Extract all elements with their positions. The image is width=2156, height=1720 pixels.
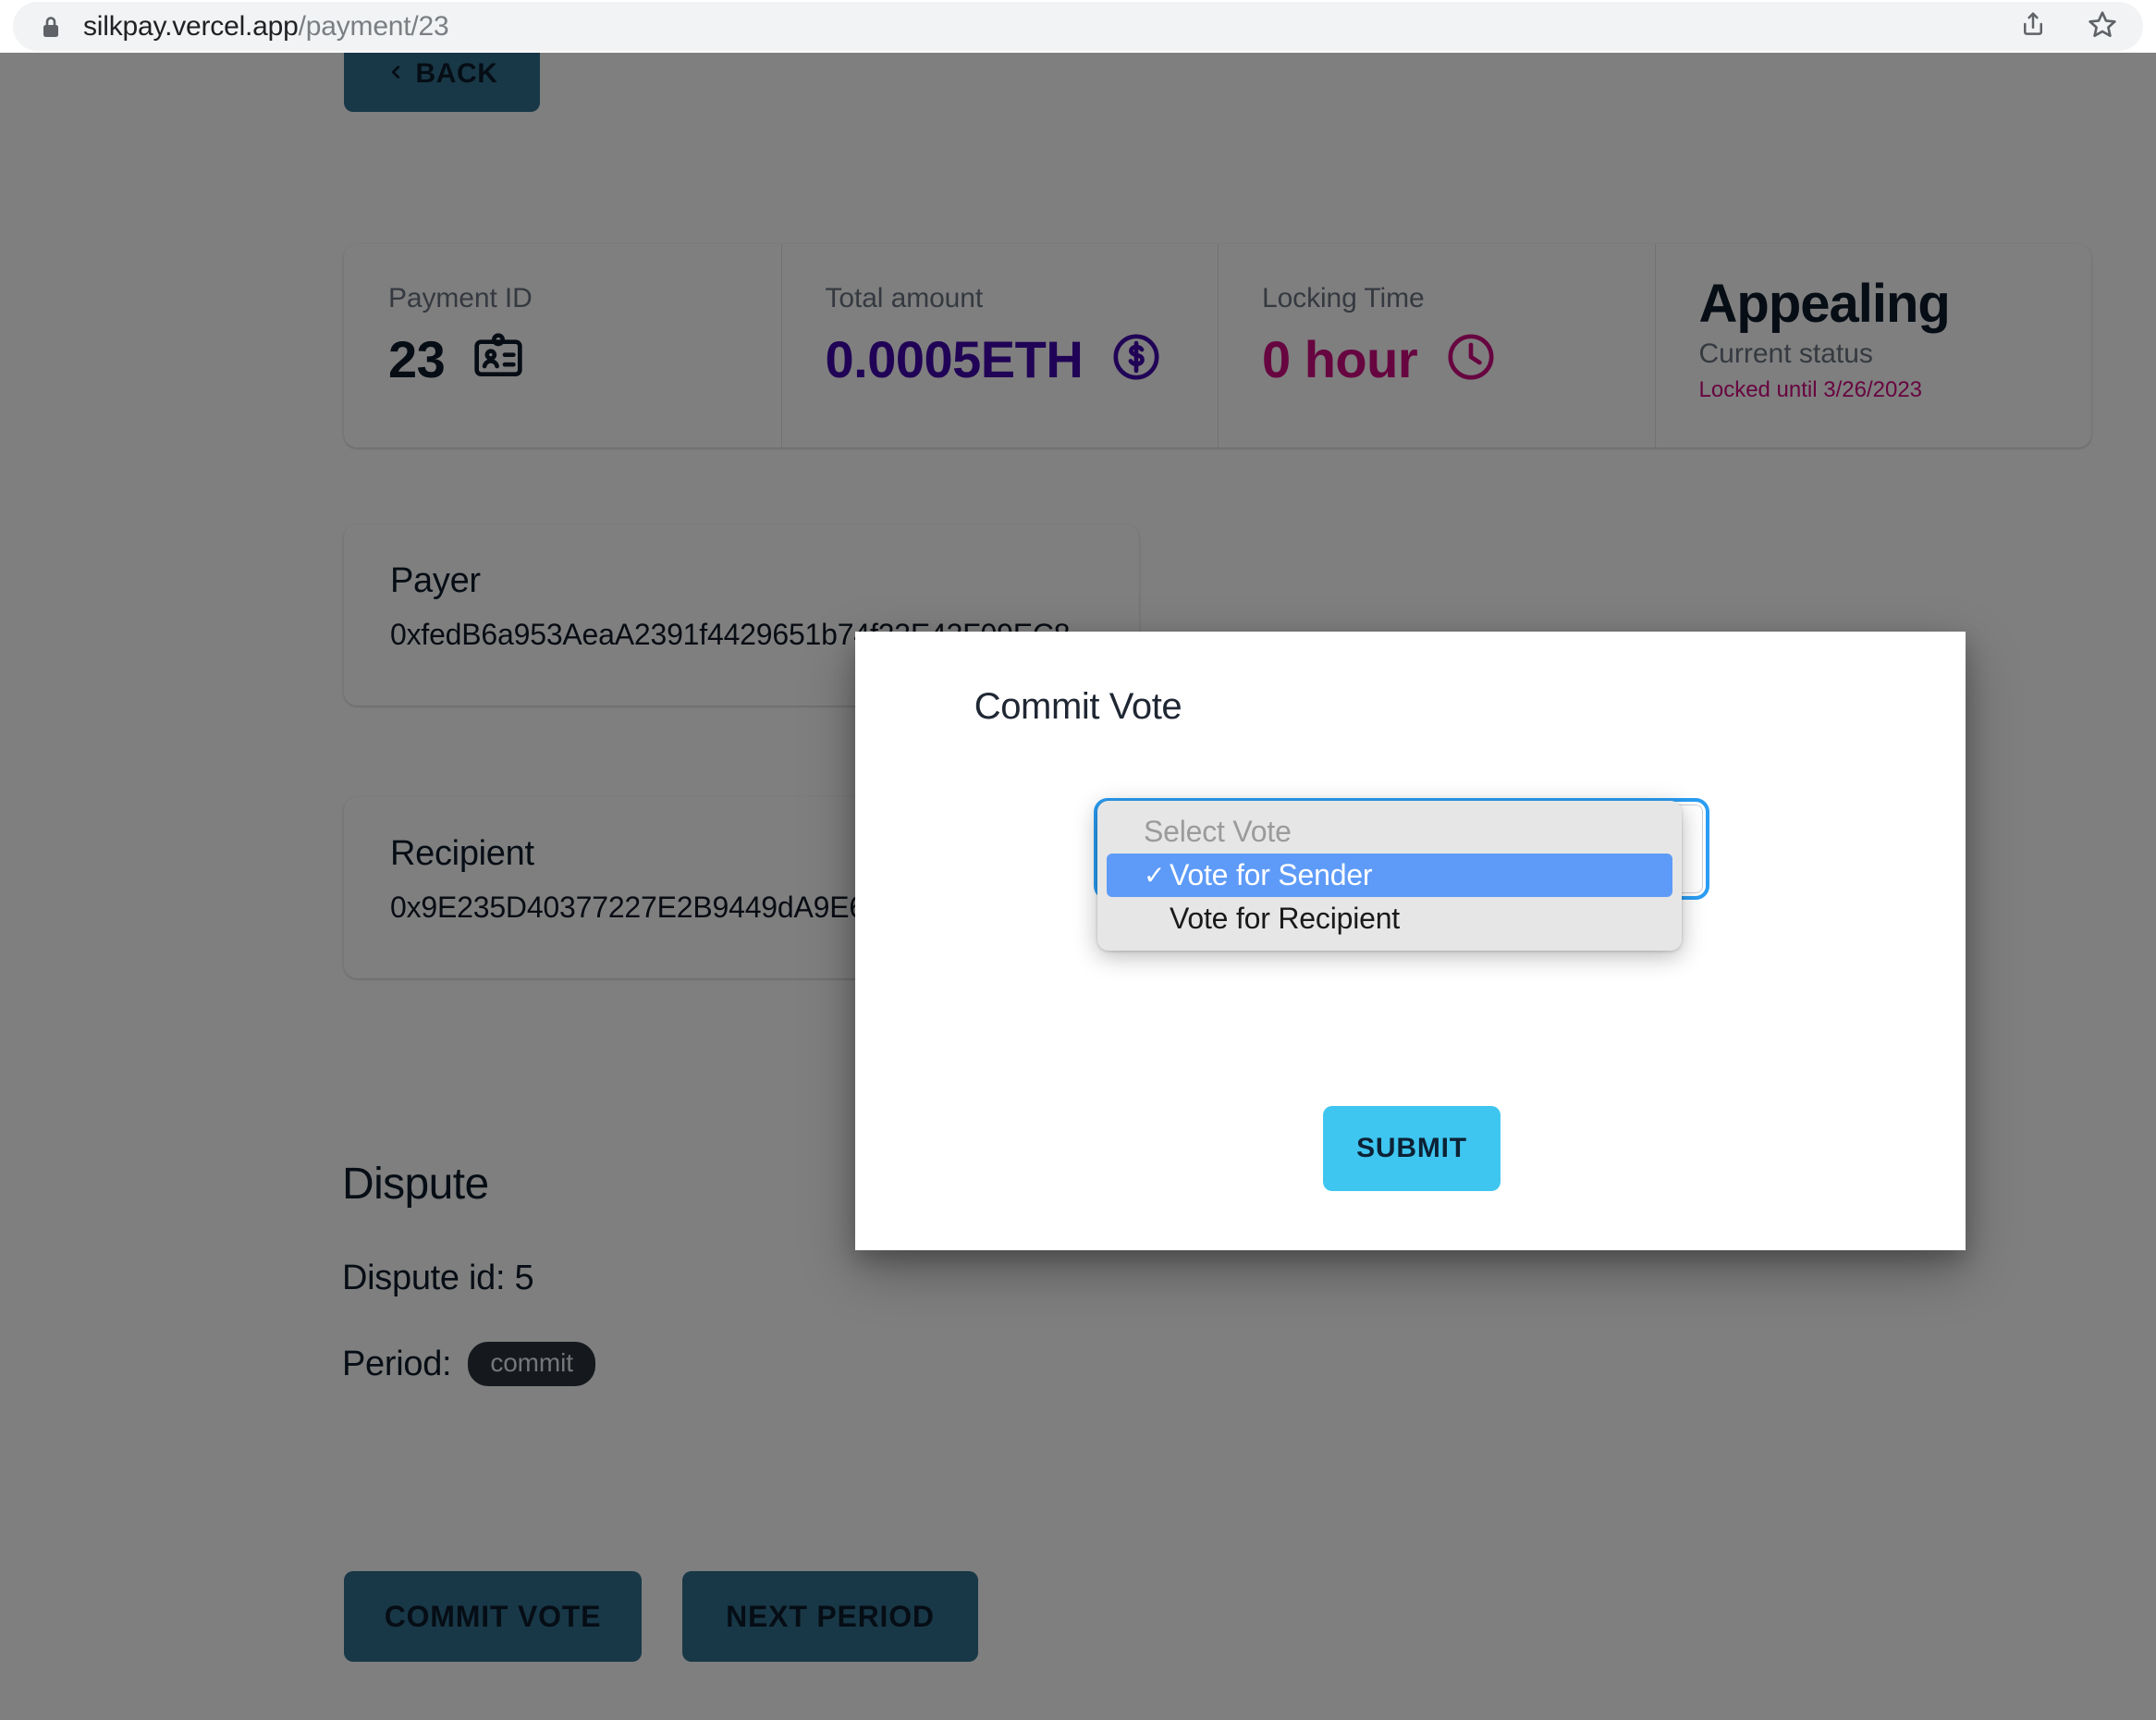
share-icon[interactable] [2019,9,2047,43]
chrome-actions [2019,2,2117,51]
star-icon[interactable] [2088,9,2117,43]
url-path: /payment/23 [298,10,449,42]
vote-option-placeholder[interactable]: Select Vote [1097,810,1682,854]
check-icon: ✓ [1144,861,1166,890]
address-bar[interactable]: silkpay.vercel.app/payment/23 [13,2,2143,51]
vote-option-sender[interactable]: ✓ Vote for Sender [1107,854,1672,897]
modal-title: Commit Vote [974,686,1182,727]
lock-icon [39,13,63,41]
url-domain: silkpay.vercel.app [83,10,299,42]
url-text: silkpay.vercel.app/payment/23 [83,11,449,43]
vote-option-label: Vote for Sender [1170,858,1373,891]
vote-select-dropdown[interactable]: Select Vote ✓ Vote for Sender Vote for R… [1097,801,1682,951]
browser-chrome: silkpay.vercel.app/payment/23 [0,0,2156,53]
vote-option-label: Vote for Recipient [1170,902,1400,935]
vote-option-recipient[interactable]: Vote for Recipient [1097,897,1682,940]
vote-option-label: Select Vote [1144,815,1292,848]
submit-button[interactable]: SUBMIT [1323,1106,1501,1191]
